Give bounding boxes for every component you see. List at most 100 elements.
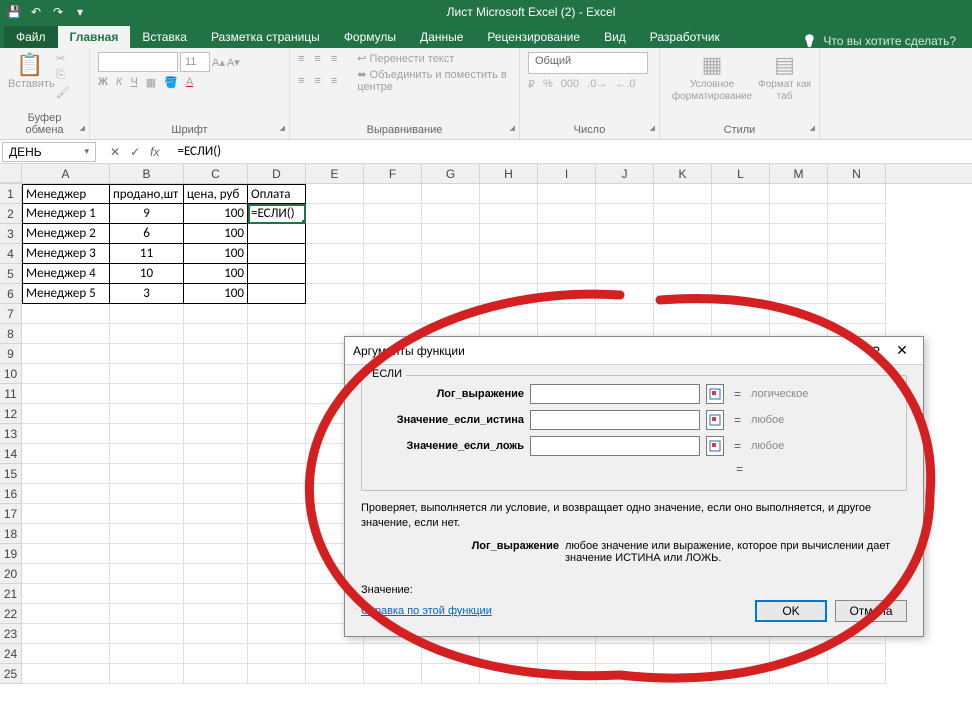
cell-D15[interactable] xyxy=(248,464,306,484)
cell-J25[interactable] xyxy=(596,664,654,684)
cell-D12[interactable] xyxy=(248,404,306,424)
row-header-24[interactable]: 24 xyxy=(0,644,22,664)
cell-E5[interactable] xyxy=(306,264,364,284)
cell-B12[interactable] xyxy=(110,404,184,424)
cell-C2[interactable]: 100 xyxy=(184,204,248,224)
cell-A21[interactable] xyxy=(22,584,110,604)
cell-A16[interactable] xyxy=(22,484,110,504)
cell-D4[interactable] xyxy=(248,244,306,264)
row-header-9[interactable]: 9 xyxy=(0,344,22,364)
row-header-6[interactable]: 6 xyxy=(0,284,22,304)
col-header-G[interactable]: G xyxy=(422,164,480,183)
cell-E7[interactable] xyxy=(306,304,364,324)
cell-B24[interactable] xyxy=(110,644,184,664)
cell-H1[interactable] xyxy=(480,184,538,204)
name-box[interactable]: ДЕНЬ xyxy=(2,142,96,162)
align-center-icon[interactable]: ≡ xyxy=(314,75,320,87)
cell-B10[interactable] xyxy=(110,364,184,384)
cell-M25[interactable] xyxy=(770,664,828,684)
cell-A9[interactable] xyxy=(22,344,110,364)
cell-A14[interactable] xyxy=(22,444,110,464)
cell-I2[interactable] xyxy=(538,204,596,224)
cell-C3[interactable]: 100 xyxy=(184,224,248,244)
col-header-M[interactable]: M xyxy=(770,164,828,183)
cell-C13[interactable] xyxy=(184,424,248,444)
cell-B1[interactable]: продано,шт xyxy=(110,184,184,204)
row-header-2[interactable]: 2 xyxy=(0,204,22,224)
cell-M1[interactable] xyxy=(770,184,828,204)
redo-icon[interactable]: ↷ xyxy=(48,5,68,19)
cell-F7[interactable] xyxy=(364,304,422,324)
cell-D22[interactable] xyxy=(248,604,306,624)
cell-L5[interactable] xyxy=(712,264,770,284)
cell-C5[interactable]: 100 xyxy=(184,264,248,284)
cell-H24[interactable] xyxy=(480,644,538,664)
row-header-25[interactable]: 25 xyxy=(0,664,22,684)
cell-I3[interactable] xyxy=(538,224,596,244)
cell-N24[interactable] xyxy=(828,644,886,664)
cell-I25[interactable] xyxy=(538,664,596,684)
cell-L2[interactable] xyxy=(712,204,770,224)
cell-C10[interactable] xyxy=(184,364,248,384)
cell-A3[interactable]: Менеджер 2 xyxy=(22,224,110,244)
col-header-K[interactable]: K xyxy=(654,164,712,183)
cell-F3[interactable] xyxy=(364,224,422,244)
cell-E24[interactable] xyxy=(306,644,364,664)
cell-B13[interactable] xyxy=(110,424,184,444)
cell-A11[interactable] xyxy=(22,384,110,404)
cell-H25[interactable] xyxy=(480,664,538,684)
cell-C8[interactable] xyxy=(184,324,248,344)
cell-F2[interactable] xyxy=(364,204,422,224)
cell-A18[interactable] xyxy=(22,524,110,544)
cell-F4[interactable] xyxy=(364,244,422,264)
cell-B15[interactable] xyxy=(110,464,184,484)
cell-E25[interactable] xyxy=(306,664,364,684)
italic-icon[interactable]: К xyxy=(116,76,122,89)
cell-B16[interactable] xyxy=(110,484,184,504)
cell-H3[interactable] xyxy=(480,224,538,244)
percent-icon[interactable]: % xyxy=(543,78,553,91)
row-header-12[interactable]: 12 xyxy=(0,404,22,424)
cell-G5[interactable] xyxy=(422,264,480,284)
arg-input-1[interactable] xyxy=(530,410,700,430)
cell-L7[interactable] xyxy=(712,304,770,324)
cell-I6[interactable] xyxy=(538,284,596,304)
cell-B7[interactable] xyxy=(110,304,184,324)
format-painter-icon[interactable]: 🖌 xyxy=(56,86,70,99)
cell-L4[interactable] xyxy=(712,244,770,264)
copy-icon[interactable]: ⎘ xyxy=(56,69,70,82)
number-format-select[interactable]: Общий xyxy=(528,52,648,74)
cell-J5[interactable] xyxy=(596,264,654,284)
align-bot-icon[interactable]: ≡ xyxy=(331,53,337,65)
cell-M3[interactable] xyxy=(770,224,828,244)
cell-D23[interactable] xyxy=(248,624,306,644)
cell-E3[interactable] xyxy=(306,224,364,244)
cell-A25[interactable] xyxy=(22,664,110,684)
cell-F25[interactable] xyxy=(364,664,422,684)
cell-A8[interactable] xyxy=(22,324,110,344)
cell-A20[interactable] xyxy=(22,564,110,584)
decrease-decimal-icon[interactable]: ←.0 xyxy=(615,78,635,91)
cell-H7[interactable] xyxy=(480,304,538,324)
cell-F6[interactable] xyxy=(364,284,422,304)
cell-F1[interactable] xyxy=(364,184,422,204)
cell-B5[interactable]: 10 xyxy=(110,264,184,284)
comma-icon[interactable]: 000 xyxy=(561,78,579,91)
cell-N7[interactable] xyxy=(828,304,886,324)
close-icon[interactable]: ✕ xyxy=(889,342,915,359)
cell-B18[interactable] xyxy=(110,524,184,544)
tab-developer[interactable]: Разработчик xyxy=(638,26,732,48)
cell-M24[interactable] xyxy=(770,644,828,664)
cell-D13[interactable] xyxy=(248,424,306,444)
row-header-4[interactable]: 4 xyxy=(0,244,22,264)
align-mid-icon[interactable]: ≡ xyxy=(314,53,320,65)
cell-D16[interactable] xyxy=(248,484,306,504)
row-header-23[interactable]: 23 xyxy=(0,624,22,644)
cell-D3[interactable] xyxy=(248,224,306,244)
cell-C24[interactable] xyxy=(184,644,248,664)
cell-C23[interactable] xyxy=(184,624,248,644)
wrap-text-button[interactable]: ↩ Перенести текст xyxy=(357,52,454,65)
cell-K25[interactable] xyxy=(654,664,712,684)
cell-A6[interactable]: Менеджер 5 xyxy=(22,284,110,304)
cell-A5[interactable]: Менеджер 4 xyxy=(22,264,110,284)
